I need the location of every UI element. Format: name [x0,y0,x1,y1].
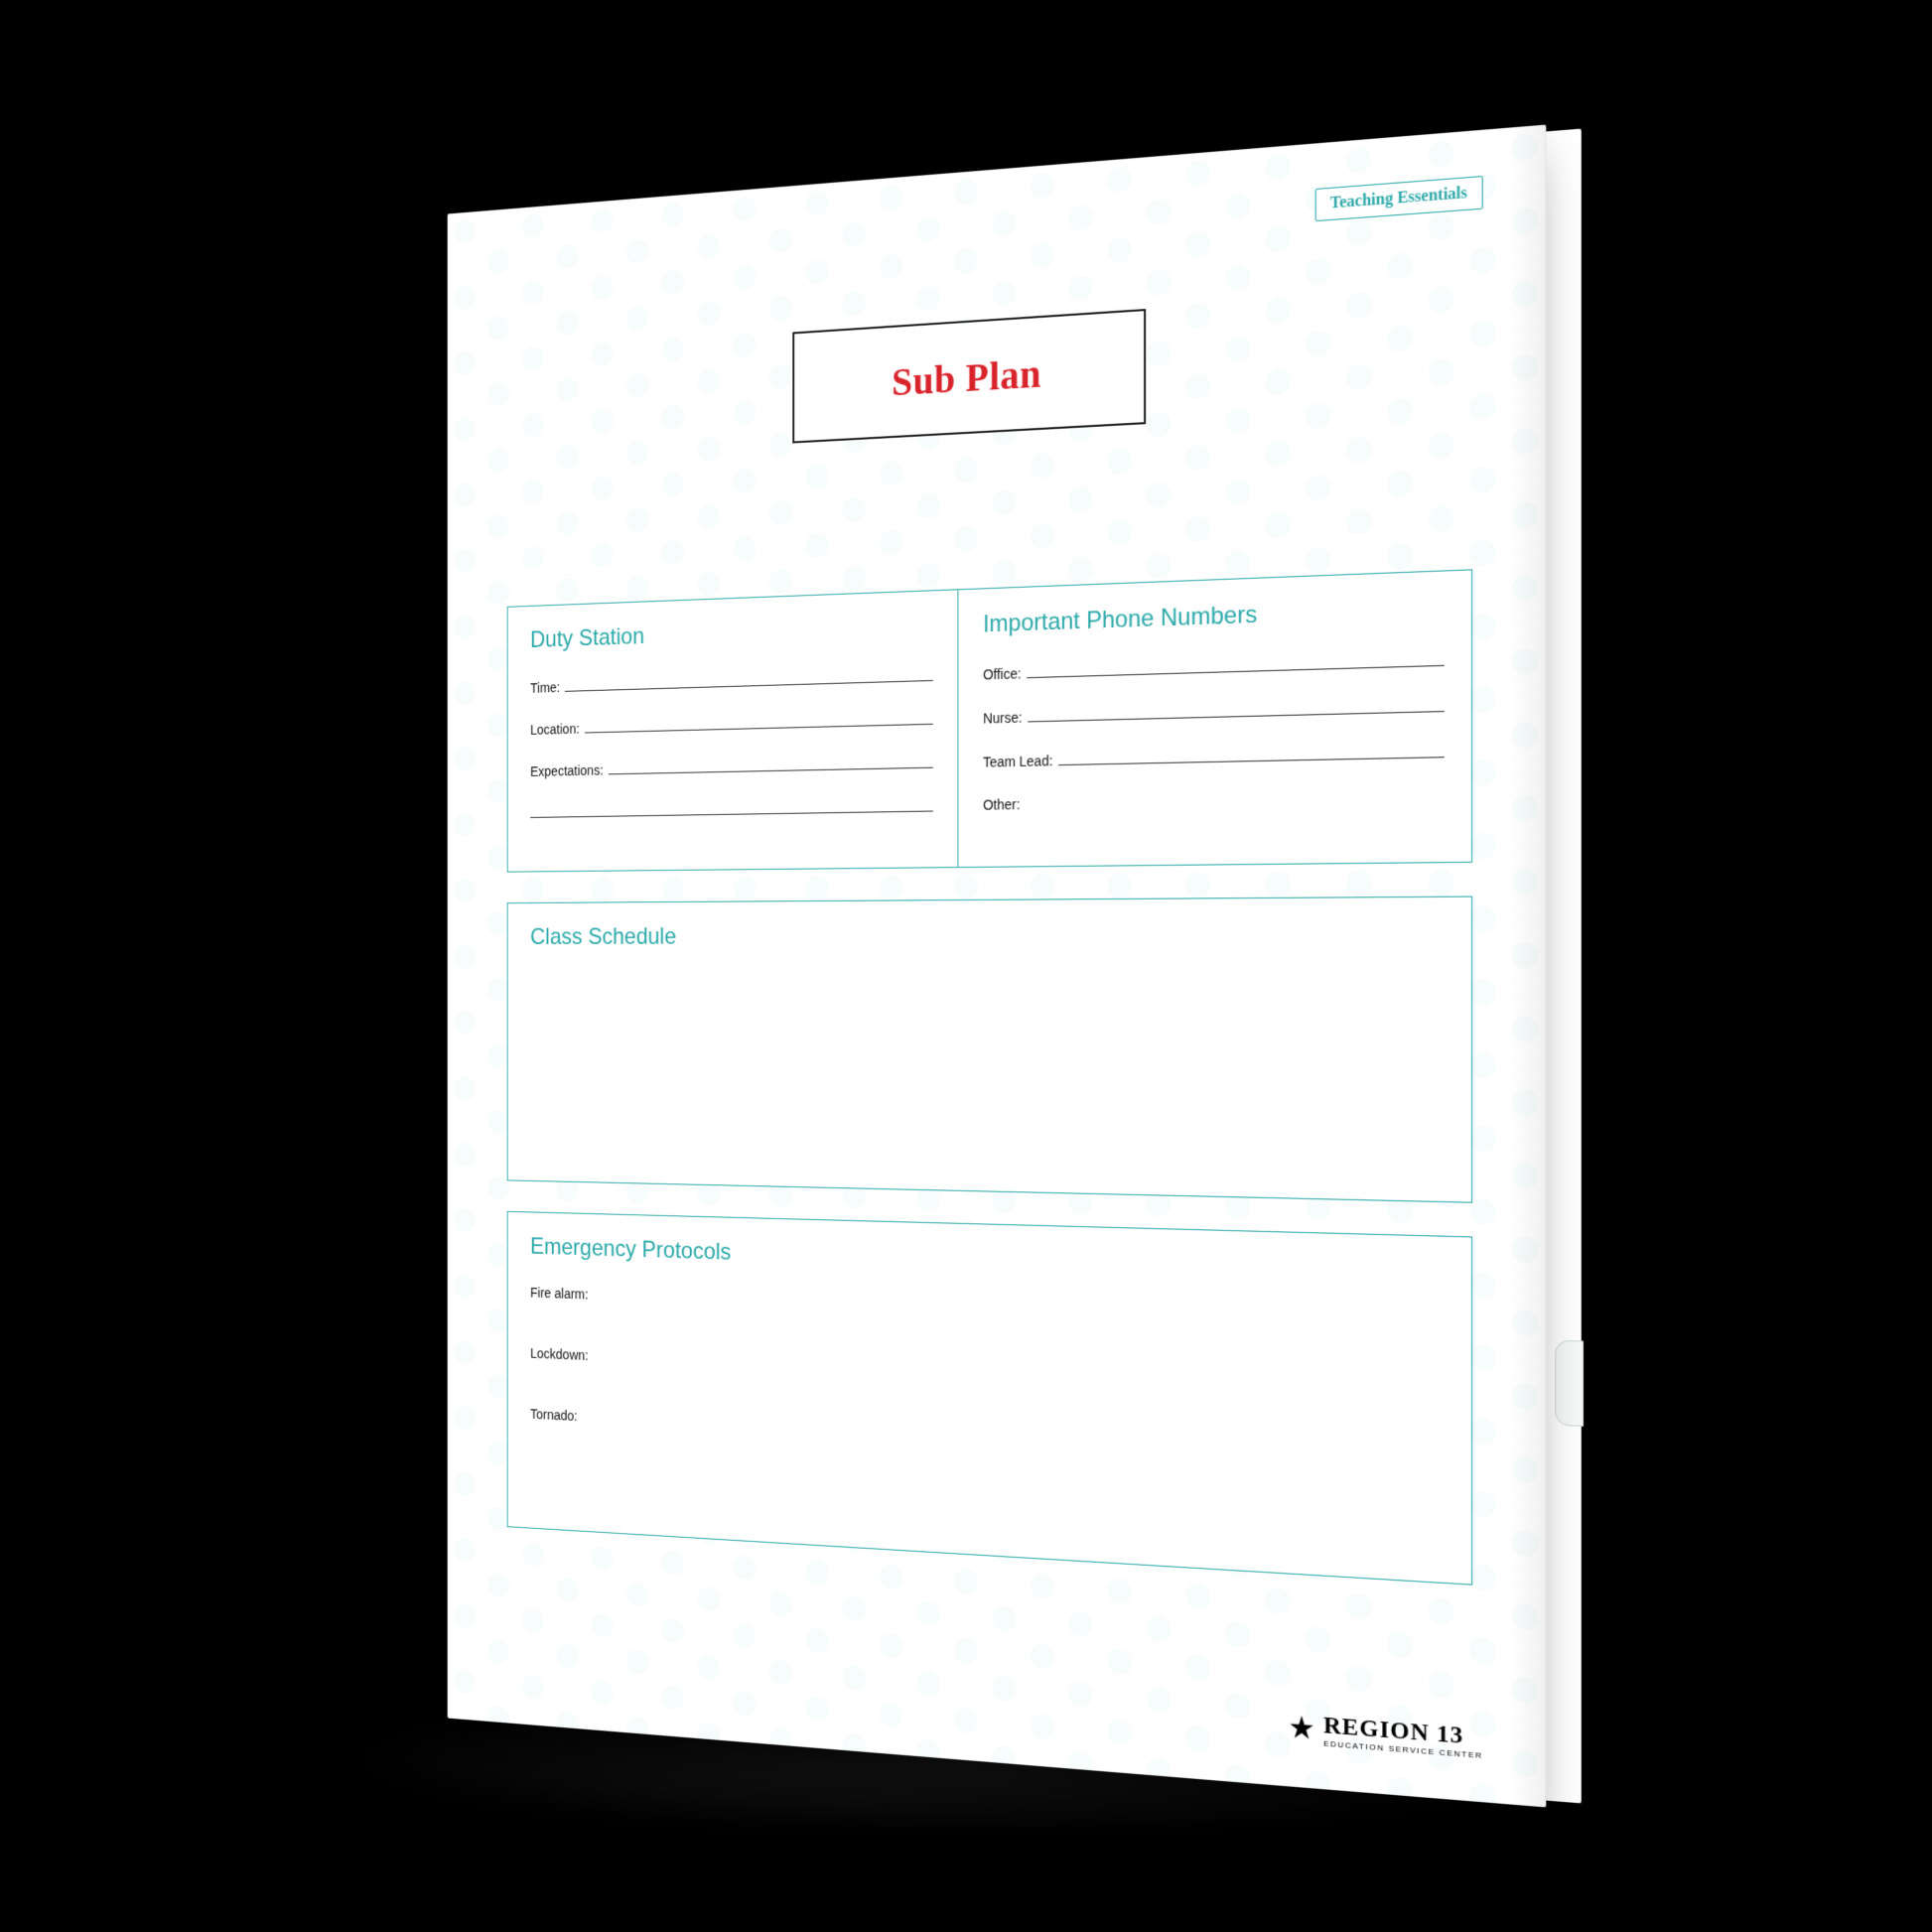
emergency-protocols-heading: Emergency Protocols [530,1233,1445,1289]
duty-expectations-field: Expectations: [530,754,933,779]
duty-expectations-label: Expectations: [530,762,604,779]
page-title: Sub Plan [892,349,1041,405]
phone-teamlead-line [1058,742,1445,765]
star-icon: ★ [1288,1713,1314,1745]
emergency-protocols-section: Emergency Protocols Fire alarm: Lockdown… [507,1211,1472,1586]
phone-other-field: Other: [983,788,1445,813]
title-box: Sub Plan [792,309,1146,443]
document-scene: Teaching Essentials Sub Plan Duty Statio… [390,172,1542,1760]
emergency-tornado-label: Tornado: [530,1406,1445,1465]
duty-location-line [585,710,933,734]
duty-time-label: Time: [530,679,560,695]
phone-other-line [1026,788,1445,809]
duty-expectations-line-2 [530,797,933,818]
phone-nurse-field: Nurse: [983,696,1445,726]
emergency-lockdown-label: Lockdown: [530,1345,1445,1399]
folder-pocket-notch [1555,1339,1584,1427]
phone-other-label: Other: [983,796,1020,813]
phone-numbers-section: Important Phone Numbers Office: Nurse: T… [957,570,1471,867]
emergency-fire-label: Fire alarm: [530,1285,1445,1332]
teaching-essentials-badge: Teaching Essentials [1314,176,1482,221]
phone-nurse-label: Nurse: [983,710,1023,727]
class-schedule-section: Class Schedule [507,897,1472,1203]
sub-plan-page: Teaching Essentials Sub Plan Duty Statio… [448,125,1547,1808]
top-row: Duty Station Time: Location: Expectation… [507,569,1472,872]
phone-office-line [1027,650,1444,678]
duty-time-field: Time: [530,666,933,696]
phone-nurse-line [1028,696,1444,722]
phone-office-field: Office: [983,650,1445,682]
content-area: Duty Station Time: Location: Expectation… [507,569,1472,1618]
duty-location-field: Location: [530,710,933,738]
phone-teamlead-label: Team Lead: [983,753,1052,770]
duty-expectations-line [609,754,933,775]
duty-station-heading: Duty Station [530,613,933,653]
footer-logo: ★ REGION 13 EDUCATION SERVICE CENTER [1288,1711,1482,1760]
duty-time-line [565,666,932,692]
phone-numbers-heading: Important Phone Numbers [983,595,1445,639]
footer-text: REGION 13 EDUCATION SERVICE CENTER [1323,1714,1483,1761]
phone-teamlead-field: Team Lead: [983,742,1445,769]
duty-location-label: Location: [530,721,580,738]
phone-office-label: Office: [983,665,1022,682]
class-schedule-heading: Class Schedule [530,920,1445,951]
duty-station-section: Duty Station Time: Location: Expectation… [508,590,958,871]
